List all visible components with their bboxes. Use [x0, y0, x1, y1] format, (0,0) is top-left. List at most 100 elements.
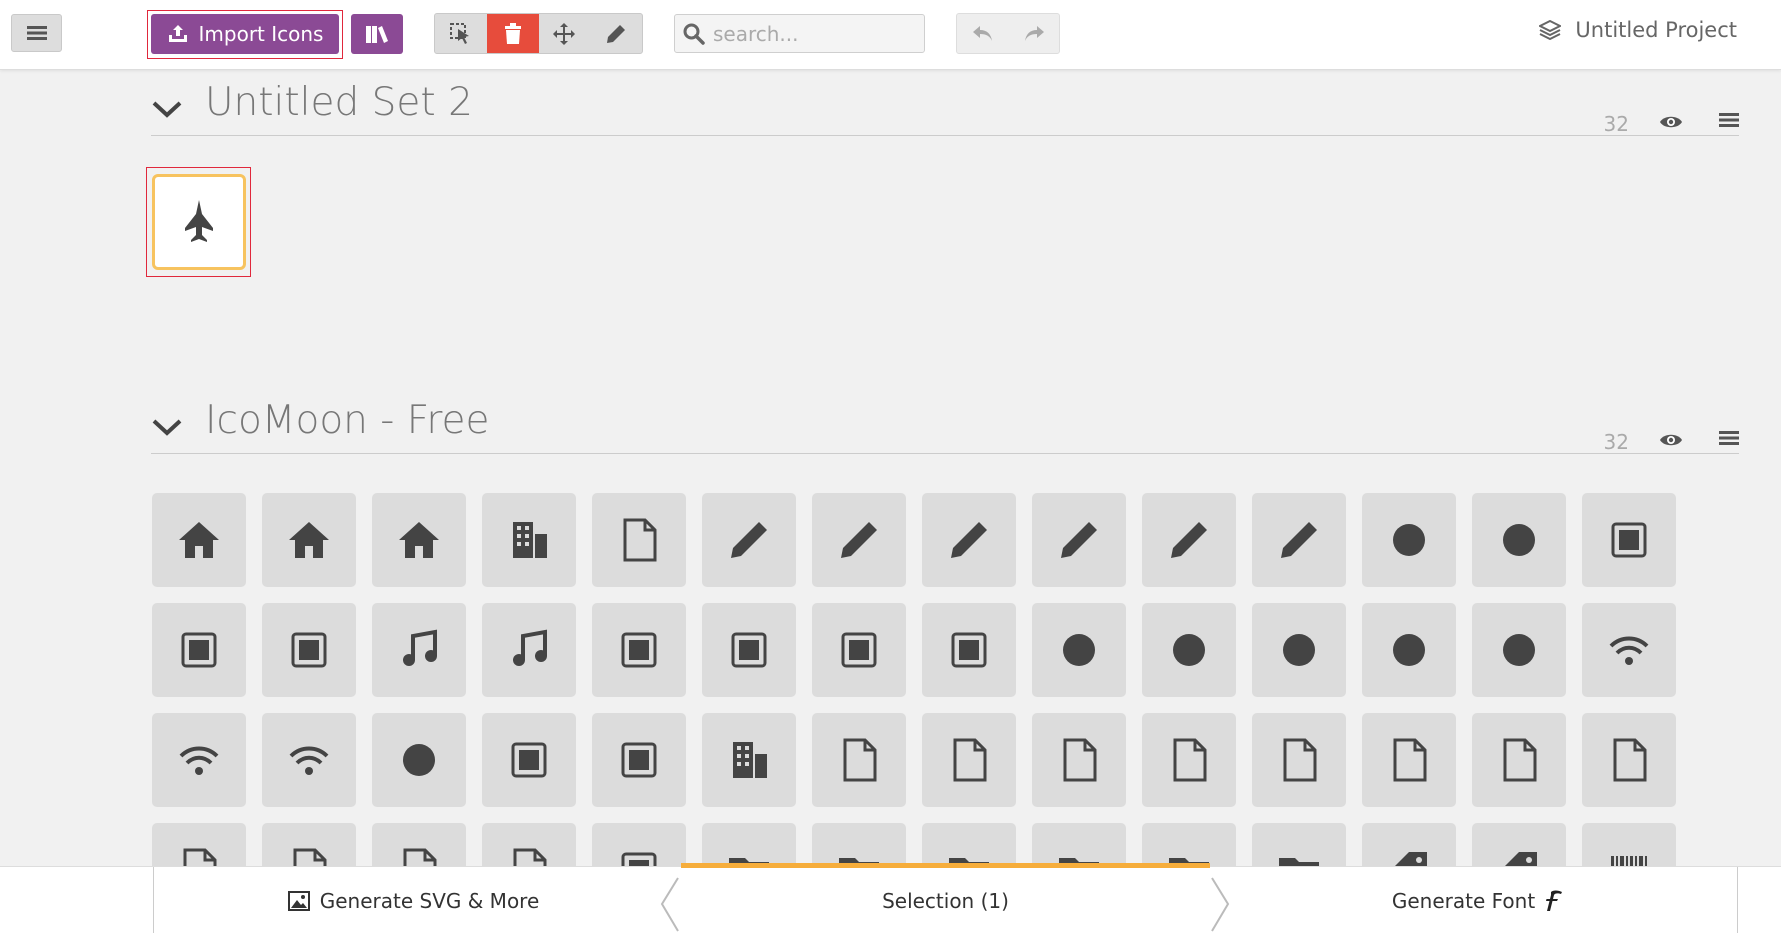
image-icon	[287, 890, 310, 911]
icon-tile[interactable]	[372, 493, 466, 587]
delete-tool-button[interactable]	[486, 14, 539, 53]
pacman-icon	[1063, 634, 1095, 666]
icon-tile[interactable]	[922, 493, 1016, 587]
generate-svg-label: Generate SVG & More	[319, 888, 540, 913]
icon-tile[interactable]	[1362, 713, 1456, 807]
set-grid-size[interactable]: 32	[1604, 430, 1629, 454]
project-menu[interactable]: Untitled Project	[1539, 18, 1737, 42]
home2-icon	[289, 522, 329, 558]
set-menu-icon[interactable]	[1719, 430, 1739, 446]
icon-tile[interactable]	[1582, 713, 1676, 807]
icon-tile[interactable]	[812, 713, 906, 807]
icon-tile[interactable]	[1142, 713, 1236, 807]
droplet-icon	[1393, 524, 1425, 556]
file-text2-icon	[1283, 738, 1317, 782]
bottom-bar: Generate SVG & More Selection (1) Genera…	[0, 863, 1781, 933]
home-icon	[179, 522, 219, 558]
icon-tile[interactable]	[592, 713, 686, 807]
icon-library-button[interactable]	[351, 14, 403, 54]
undo-button[interactable]	[957, 14, 1008, 53]
icon-tile[interactable]	[152, 493, 246, 587]
eye-icon[interactable]	[1659, 114, 1683, 130]
icon-tile[interactable]	[1582, 493, 1676, 587]
top-toolbar: Import Icons Untitled Project	[0, 0, 1781, 70]
icon-tile[interactable]	[482, 603, 576, 697]
icon-tile[interactable]	[812, 493, 906, 587]
chevron-down-icon[interactable]	[151, 98, 183, 120]
redo-icon	[1024, 25, 1044, 41]
set-grid-size[interactable]: 32	[1604, 112, 1629, 136]
search-box[interactable]	[674, 14, 925, 53]
select-tool-button[interactable]	[435, 14, 487, 53]
icon-tile[interactable]	[1252, 493, 1346, 587]
import-icons-button[interactable]: Import Icons	[151, 14, 339, 54]
chevron-down-icon[interactable]	[151, 416, 183, 438]
icon-tile[interactable]	[922, 713, 1016, 807]
set-menu-icon[interactable]	[1719, 112, 1739, 128]
icon-tile[interactable]	[1582, 603, 1676, 697]
file-play-icon	[1613, 738, 1647, 782]
icon-tile[interactable]	[152, 713, 246, 807]
set-title: Untitled Set 2	[205, 80, 473, 125]
icon-tile[interactable]	[1472, 713, 1566, 807]
icon-tile[interactable]	[1142, 603, 1236, 697]
icon-tile[interactable]	[812, 603, 906, 697]
eye-icon[interactable]	[1659, 432, 1683, 448]
file-text-icon	[843, 738, 877, 782]
generate-font-label: Generate Font	[1391, 888, 1536, 913]
podcast-icon	[179, 746, 219, 775]
icon-tile[interactable]	[1252, 713, 1346, 807]
icon-tile[interactable]	[482, 493, 576, 587]
icon-tile[interactable]	[152, 603, 246, 697]
icon-tile[interactable]	[592, 493, 686, 587]
main-menu-button[interactable]	[11, 14, 62, 52]
icon-tile[interactable]	[1472, 493, 1566, 587]
icon-tile[interactable]	[1142, 493, 1236, 587]
icon-tile[interactable]	[1032, 713, 1126, 807]
icon-tile[interactable]	[1032, 493, 1126, 587]
file-music-icon	[1503, 738, 1537, 782]
camera-icon	[291, 632, 327, 668]
diamonds-icon	[1393, 634, 1425, 666]
icon-tile[interactable]	[702, 603, 796, 697]
search-input[interactable]	[713, 21, 913, 46]
quill-icon	[951, 522, 987, 558]
headphones-icon	[403, 629, 437, 666]
icon-tile[interactable]	[372, 603, 466, 697]
icon-tile[interactable]	[262, 493, 356, 587]
icon-tile[interactable]	[1362, 603, 1456, 697]
icon-tile[interactable]	[372, 713, 466, 807]
icon-tile[interactable]	[1362, 493, 1456, 587]
book-icon	[511, 742, 547, 778]
edit-tool-button[interactable]	[590, 14, 642, 53]
connection-icon	[1609, 636, 1649, 665]
icon-tile-selected[interactable]	[152, 174, 246, 270]
move-tool-button[interactable]	[539, 14, 591, 53]
clubs-icon	[1283, 634, 1315, 666]
icon-tile[interactable]	[262, 713, 356, 807]
redo-button[interactable]	[1008, 14, 1059, 53]
icon-tile[interactable]	[702, 713, 796, 807]
pencil-icon	[607, 24, 626, 43]
upload-icon	[168, 25, 187, 42]
undo-icon	[972, 25, 992, 41]
music-icon	[513, 629, 547, 666]
font-f-icon	[1546, 890, 1563, 911]
dice-icon	[951, 632, 987, 668]
set-title: IcoMoon - Free	[205, 398, 490, 443]
fighter-jet-icon	[185, 200, 213, 242]
generate-font-button[interactable]: Generate Font	[1218, 867, 1738, 933]
pencil2-icon	[841, 522, 877, 558]
icon-tile[interactable]	[922, 603, 1016, 697]
generate-svg-button[interactable]: Generate SVG & More	[153, 867, 673, 933]
icon-tile[interactable]	[1032, 603, 1126, 697]
file-empty-icon	[1063, 738, 1097, 782]
icon-tile[interactable]	[262, 603, 356, 697]
images-icon	[181, 632, 217, 668]
icon-tile[interactable]	[702, 493, 796, 587]
selection-tab[interactable]: Selection (1)	[681, 863, 1210, 933]
icon-tile[interactable]	[1252, 603, 1346, 697]
icon-tile[interactable]	[592, 603, 686, 697]
icon-tile[interactable]	[482, 713, 576, 807]
icon-tile[interactable]	[1472, 603, 1566, 697]
